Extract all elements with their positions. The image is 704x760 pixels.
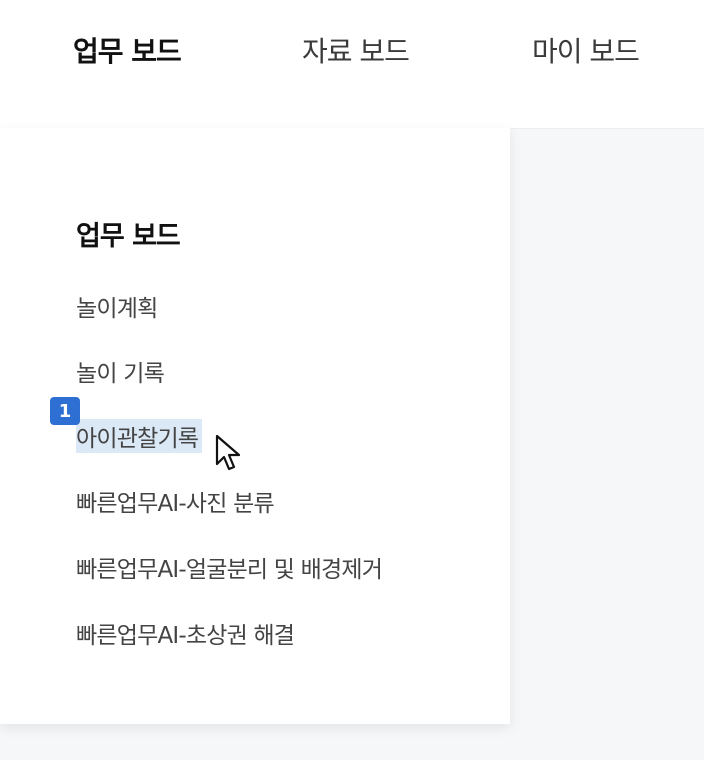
tab-work-board[interactable]: 업무 보드 (73, 30, 182, 70)
menu-item-play-record[interactable]: 놀이 기록 (76, 354, 165, 388)
step-marker-badge: 1 (50, 397, 80, 425)
menu-item-ai-portrait-rights[interactable]: 빠른업무AI-초상권 해결 (76, 616, 295, 650)
menu-item-ai-photo-sort[interactable]: 빠른업무AI-사진 분류 (76, 484, 275, 518)
dropdown-heading: 업무 보드 (76, 221, 181, 252)
tab-data-board[interactable]: 자료 보드 (302, 30, 410, 70)
menu-item-play-plan[interactable]: 놀이계획 (76, 289, 158, 323)
dropdown-menu: 업무 보드 놀이계획 놀이 기록 아이관찰기록 빠른업무AI-사진 분류 빠른업… (0, 128, 510, 724)
arrow-pointer-icon (215, 434, 241, 471)
menu-item-ai-face-bg-removal[interactable]: 빠른업무AI-얼굴분리 및 배경제거 (76, 550, 383, 584)
page: 업무 보드 자료 보드 마이 보드 업무 보드 놀이계획 놀이 기록 아이관찰기… (0, 0, 704, 760)
menu-item-child-observation[interactable]: 아이관찰기록 (76, 419, 203, 453)
top-navigation: 업무 보드 자료 보드 마이 보드 (0, 0, 704, 128)
tab-my-board[interactable]: 마이 보드 (532, 30, 640, 70)
